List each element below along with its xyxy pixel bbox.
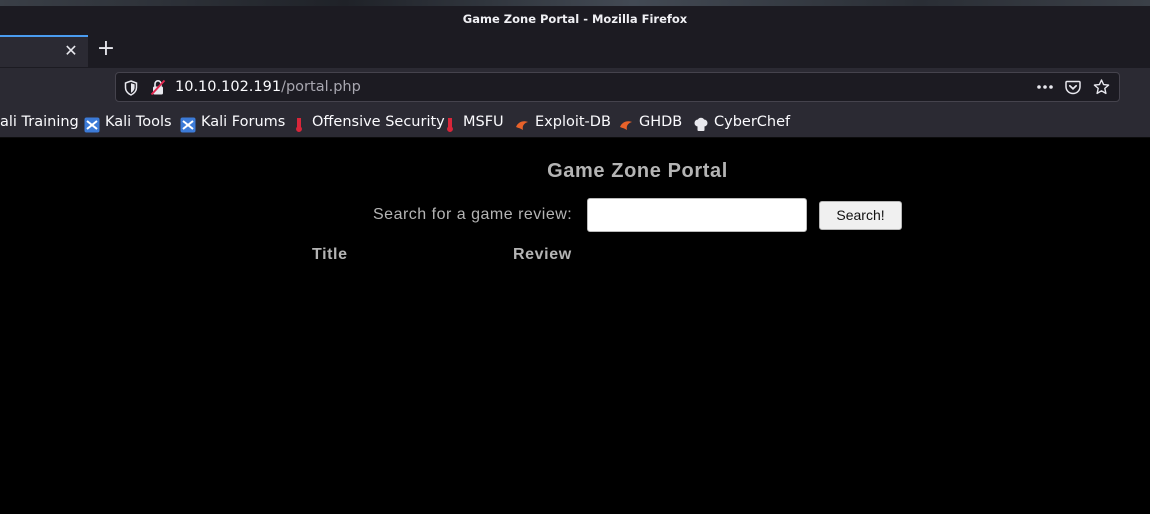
column-header-title: Title [312, 246, 348, 263]
url-text[interactable]: 10.10.102.191/portal.php [175, 73, 361, 101]
window-title: Game Zone Portal - Mozilla Firefox [462, 12, 688, 26]
bookmark-exploit-db[interactable]: Exploit-DB [514, 107, 611, 137]
kali-icon [180, 114, 196, 133]
bookmark-label: Kali Tools [105, 114, 172, 130]
bookmark-label: Offensive Security [312, 114, 445, 130]
bookmark-label: Kali Forums [201, 114, 286, 130]
new-tab-button[interactable]: + [95, 38, 117, 62]
search-button[interactable]: Search! [819, 201, 902, 230]
bookmark-cyberchef[interactable]: CyberChef [693, 107, 790, 137]
shield-icon[interactable] [124, 80, 138, 96]
kali-icon [84, 114, 100, 133]
url-host: 10.10.102.191 [175, 79, 282, 95]
offsec-icon [442, 114, 458, 132]
bookmark-label: CyberChef [714, 114, 791, 130]
bookmark-offensive-security[interactable]: Offensive Security [291, 107, 445, 137]
bookmark-kali-training[interactable]: ali Training [0, 107, 79, 137]
exploitdb-icon [514, 114, 530, 130]
url-bar[interactable]: 10.10.102.191/portal.php [115, 72, 1120, 102]
bookmark-kali-forums[interactable]: Kali Forums [180, 107, 285, 137]
navigation-toolbar: 10.10.102.191/portal.php [0, 68, 1150, 107]
offsec-icon [291, 114, 307, 132]
page-content: Game Zone Portal Search for a game revie… [0, 138, 1150, 514]
bookmark-msfu[interactable]: MSFU [442, 107, 504, 137]
bookmark-kali-tools[interactable]: Kali Tools [84, 107, 172, 137]
bookmark-label: MSFU [463, 114, 504, 130]
window-titlebar: Game Zone Portal - Mozilla Firefox [0, 6, 1150, 34]
column-header-review: Review [513, 246, 572, 263]
bookmark-star-icon[interactable] [1087, 73, 1115, 101]
chef-hat-icon [693, 114, 709, 131]
bookmarks-toolbar: ali Training Kali Tools Kali Forums Offe… [0, 107, 1150, 138]
bookmark-ghdb[interactable]: GHDB [618, 107, 682, 137]
url-actions [1031, 73, 1115, 101]
url-path: /portal.php [281, 79, 361, 95]
page-title: Game Zone Portal [547, 160, 728, 182]
tab-bar: ✕ + [0, 34, 1150, 68]
search-input[interactable] [587, 198, 807, 232]
pocket-icon[interactable] [1059, 73, 1087, 101]
tab-active[interactable]: ✕ [0, 35, 88, 67]
bookmark-label: Exploit-DB [535, 114, 611, 130]
insecure-lock-icon[interactable] [150, 79, 166, 96]
bookmark-label: ali Training [0, 114, 79, 130]
search-label: Search for a game review: [373, 206, 573, 223]
bookmark-label: GHDB [639, 114, 683, 130]
page-actions-icon[interactable] [1031, 73, 1059, 101]
exploitdb-icon [618, 114, 634, 130]
tab-close-icon[interactable]: ✕ [63, 41, 79, 61]
